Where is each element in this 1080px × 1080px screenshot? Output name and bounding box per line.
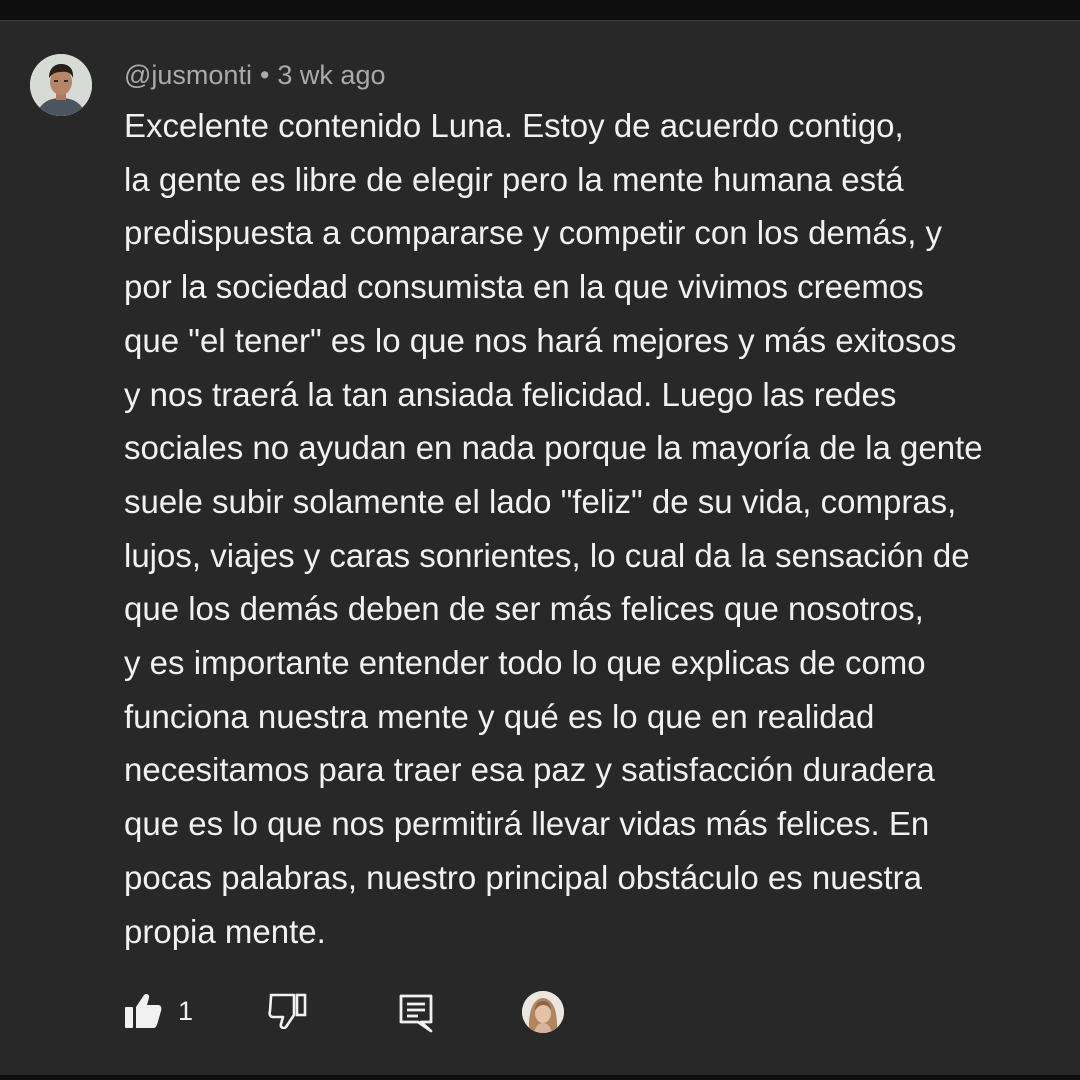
comment-panel: @jusmonti • 3 wk ago Excelente contenido L… [0,20,1080,1075]
author-avatar[interactable] [30,54,92,116]
creator-photo [522,991,564,1033]
creator-avatar [522,991,564,1033]
reply-button[interactable] [398,993,434,1033]
meta-separator: • [259,60,270,90]
author-photo [30,54,92,116]
creator-heart-avatar [522,991,564,1033]
reply-icon [399,994,433,1033]
like-count: 1 [178,995,194,1026]
thumbs-down-icon [268,993,307,1029]
comment-text: Excelente contenido Luna. Estoy de acuer… [124,107,983,950]
dislike-button[interactable] [268,993,308,1029]
author-name[interactable]: @jusmonti [124,60,252,90]
screen: @jusmonti • 3 wk ago Excelente contenido L… [0,0,1080,1080]
comment-actions: 1 [0,973,1080,1055]
like-button[interactable]: 1 [124,993,193,1029]
thumbs-up-icon [125,994,162,1028]
comment-timestamp[interactable]: 3 wk ago [277,60,385,90]
comment-meta: @jusmonti • 3 wk ago [124,57,385,93]
